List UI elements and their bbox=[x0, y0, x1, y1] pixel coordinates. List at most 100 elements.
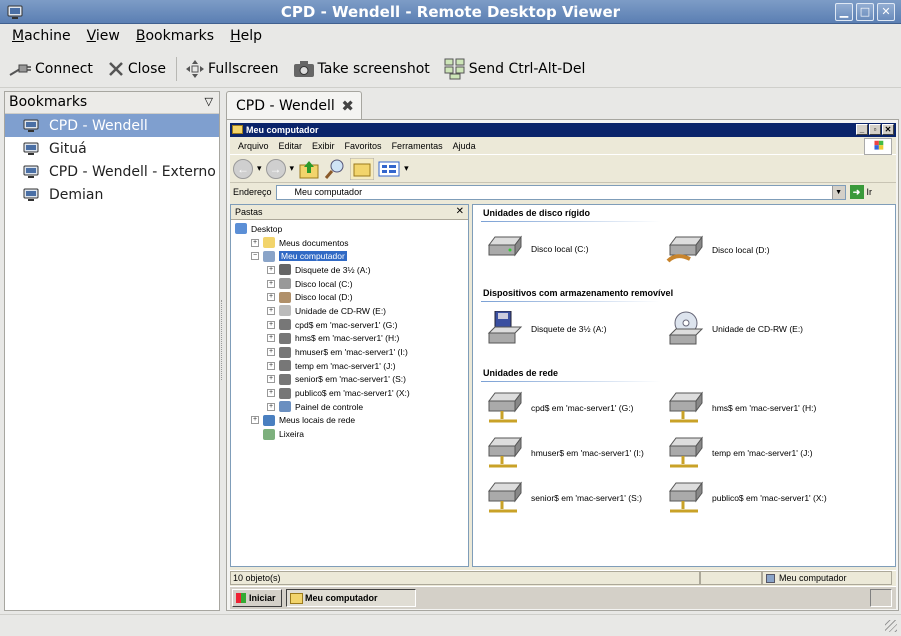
drive-item[interactable]: Unidade de CD-RW (E:) bbox=[666, 311, 803, 347]
close-pane-icon[interactable]: ✕ bbox=[456, 205, 464, 219]
menu-machine[interactable]: Machine bbox=[4, 28, 79, 44]
expand-toggle-icon[interactable]: − bbox=[251, 252, 259, 261]
taskbar-item[interactable]: Meu computador bbox=[286, 589, 416, 607]
forward-arrow-icon[interactable]: → bbox=[265, 158, 286, 179]
tree-node[interactable]: + senior$ em 'mac-server1' (S:) bbox=[231, 373, 468, 387]
take-screenshot-button[interactable]: Take screenshot bbox=[293, 60, 430, 78]
folder-tree: Desktop + Meus documentos − Meu computador + D… bbox=[231, 220, 468, 441]
minimize-button[interactable]: ▁ bbox=[835, 3, 853, 21]
tree-node[interactable]: Lixeira bbox=[231, 427, 468, 441]
folders-icon[interactable] bbox=[350, 157, 375, 180]
remote-menu-ajuda[interactable]: Ajuda bbox=[448, 141, 481, 151]
expand-toggle-icon[interactable]: + bbox=[267, 375, 275, 384]
network-drive-item[interactable]: cpd$ em 'mac-server1' (G:) bbox=[485, 391, 633, 425]
drive-label: Disco local (C:) bbox=[531, 244, 589, 254]
tree-node[interactable]: + hms$ em 'mac-server1' (H:) bbox=[231, 332, 468, 346]
network-drive-item[interactable]: publico$ em 'mac-server1' (X:) bbox=[666, 481, 827, 515]
expand-toggle-icon[interactable]: + bbox=[267, 334, 275, 343]
go-button[interactable]: ➜ Ir bbox=[849, 185, 873, 199]
tab-label: CPD - Wendell bbox=[236, 98, 335, 114]
bookmark-item[interactable]: CPD - Wendell - Externo bbox=[5, 160, 219, 183]
tree-node[interactable]: Desktop bbox=[231, 222, 468, 236]
network-drive-item[interactable]: hms$ em 'mac-server1' (H:) bbox=[666, 391, 816, 425]
menu-help[interactable]: Help bbox=[222, 28, 270, 44]
tree-node[interactable]: + publico$ em 'mac-server1' (X:) bbox=[231, 386, 468, 400]
network-drive-icon bbox=[488, 436, 522, 468]
tree-item-icon bbox=[279, 319, 291, 331]
status-count: 10 objeto(s) bbox=[230, 571, 700, 585]
toolbar-separator bbox=[176, 56, 178, 81]
remote-minimize-button[interactable]: _ bbox=[856, 124, 868, 135]
bookmarks-header[interactable]: Bookmarks ▽ bbox=[5, 92, 219, 114]
tree-node[interactable]: + Meus documentos bbox=[231, 236, 468, 250]
bookmark-item[interactable]: Demian bbox=[5, 183, 219, 206]
expand-toggle-icon[interactable]: + bbox=[267, 306, 275, 315]
remote-restore-button[interactable]: ▫ bbox=[869, 124, 881, 135]
tree-node[interactable]: + cpd$ em 'mac-server1' (G:) bbox=[231, 318, 468, 332]
expand-toggle-icon[interactable]: + bbox=[267, 361, 275, 370]
tree-node[interactable]: + Painel de controle bbox=[231, 400, 468, 414]
drive-label: cpd$ em 'mac-server1' (G:) bbox=[531, 403, 634, 413]
expand-toggle-icon[interactable]: + bbox=[267, 279, 275, 288]
drive-item[interactable]: Disco local (D:) bbox=[666, 235, 770, 265]
expand-toggle-icon[interactable]: + bbox=[251, 238, 259, 247]
resize-grip-icon[interactable] bbox=[885, 620, 897, 632]
fullscreen-button[interactable]: Fullscreen bbox=[185, 59, 279, 79]
tree-node[interactable]: + Unidade de CD-RW (E:) bbox=[231, 304, 468, 318]
expand-toggle-icon[interactable]: + bbox=[251, 416, 259, 425]
search-icon[interactable] bbox=[324, 158, 346, 180]
remote-menu-editar[interactable]: Editar bbox=[274, 141, 308, 151]
remote-close-button[interactable]: ✕ bbox=[882, 124, 894, 135]
network-drive-item[interactable]: senior$ em 'mac-server1' (S:) bbox=[485, 481, 642, 515]
back-arrow-icon[interactable]: ← bbox=[233, 158, 253, 179]
folder-up-icon[interactable] bbox=[298, 158, 320, 180]
forward-dropdown-icon[interactable]: ▾ bbox=[290, 163, 295, 174]
close-tab-icon[interactable]: ✖ bbox=[341, 92, 354, 120]
back-dropdown-icon[interactable]: ▾ bbox=[257, 163, 262, 174]
tree-node[interactable]: + hmuser$ em 'mac-server1' (I:) bbox=[231, 345, 468, 359]
network-drive-item[interactable]: hmuser$ em 'mac-server1' (I:) bbox=[485, 436, 644, 470]
tree-node[interactable]: + Disco local (C:) bbox=[231, 277, 468, 291]
expand-toggle-icon[interactable]: + bbox=[267, 265, 275, 274]
connect-button[interactable]: Connect bbox=[8, 59, 93, 79]
expand-toggle-icon[interactable]: + bbox=[267, 348, 275, 357]
start-button[interactable]: Iniciar bbox=[232, 589, 282, 607]
maximize-button[interactable]: □ bbox=[856, 3, 874, 21]
remote-menu-exibir[interactable]: Exibir bbox=[307, 141, 340, 151]
address-dropdown-icon[interactable]: ▼ bbox=[831, 185, 845, 199]
tree-node[interactable]: + Disco local (D:) bbox=[231, 290, 468, 304]
remote-menu-arquivo[interactable]: Arquivo bbox=[233, 141, 274, 151]
bookmark-item[interactable]: CPD - Wendell bbox=[5, 114, 219, 137]
views-dropdown-icon[interactable]: ▾ bbox=[404, 163, 409, 174]
tree-node[interactable]: + temp em 'mac-server1' (J:) bbox=[231, 359, 468, 373]
expand-toggle-icon[interactable]: + bbox=[267, 389, 275, 398]
send-ctrl-alt-del-button[interactable]: Send Ctrl-Alt-Del bbox=[444, 58, 585, 80]
close-button[interactable]: Close bbox=[107, 60, 166, 78]
close-window-button[interactable]: ✕ bbox=[877, 3, 895, 21]
address-input[interactable]: Meu computador ▼ bbox=[275, 184, 846, 200]
chevron-down-icon[interactable]: ▽ bbox=[205, 92, 213, 112]
drive-item[interactable]: Disquete de 3½ (A:) bbox=[485, 311, 607, 347]
expand-toggle-icon[interactable]: + bbox=[267, 293, 275, 302]
remote-menu-favoritos[interactable]: Favoritos bbox=[340, 141, 387, 151]
remote-window-title: Meu computador bbox=[246, 125, 319, 135]
expand-toggle-icon[interactable]: + bbox=[267, 320, 275, 329]
remote-desktop-view[interactable]: Meu computador _ ▫ ✕ Arquivo Editar Exib… bbox=[230, 123, 896, 609]
menu-view[interactable]: View bbox=[79, 28, 128, 44]
views-icon[interactable] bbox=[378, 160, 400, 178]
remote-desktop-icon bbox=[7, 5, 23, 19]
tree-node[interactable]: + Disquete de 3½ (A:) bbox=[231, 263, 468, 277]
go-label: Ir bbox=[866, 187, 873, 197]
remote-desktop-icon bbox=[23, 188, 39, 201]
expand-toggle-icon[interactable]: + bbox=[267, 402, 275, 411]
remote-menu-ferramentas[interactable]: Ferramentas bbox=[387, 141, 448, 151]
tab-cpd-wendell[interactable]: CPD - Wendell ✖ bbox=[226, 91, 362, 120]
menu-bookmarks[interactable]: Bookmarks bbox=[128, 28, 222, 44]
tree-node[interactable]: + Meus locais de rede bbox=[231, 414, 468, 428]
network-drive-item[interactable]: temp em 'mac-server1' (J:) bbox=[666, 436, 813, 470]
drive-item[interactable]: Disco local (C:) bbox=[485, 235, 589, 263]
group-header-network: Unidades de rede bbox=[483, 368, 559, 378]
tree-node[interactable]: − Meu computador bbox=[231, 249, 468, 263]
bookmark-item[interactable]: Gituá bbox=[5, 137, 219, 160]
pane-splitter[interactable] bbox=[221, 300, 224, 380]
